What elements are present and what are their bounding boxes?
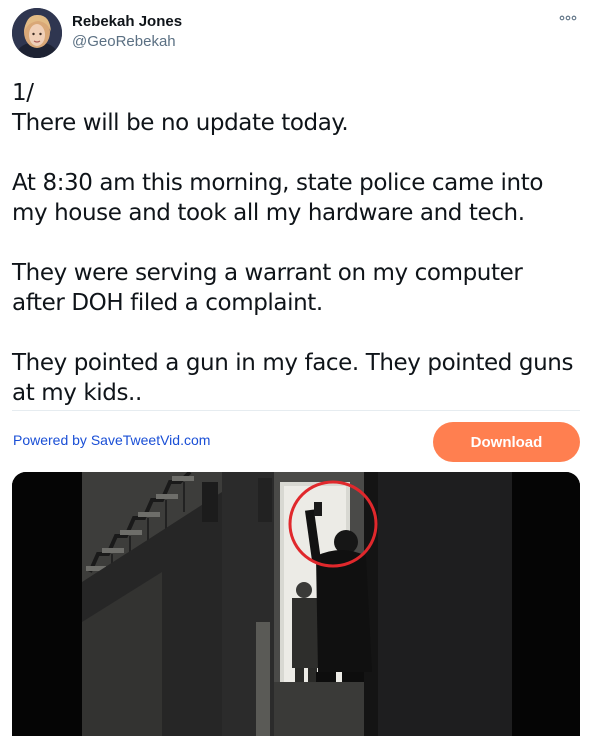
tweet-text: 1/ There will be no update today. At 8:3… bbox=[12, 78, 577, 408]
author-handle[interactable]: @GeoRebekah bbox=[72, 32, 176, 51]
video-still bbox=[12, 472, 580, 736]
powered-by-link[interactable]: Powered by SaveTweetVid.com bbox=[13, 431, 210, 449]
ellipsis-icon bbox=[559, 15, 577, 21]
divider bbox=[12, 410, 580, 411]
author-name[interactable]: Rebekah Jones bbox=[72, 12, 182, 31]
tweet-card: Rebekah Jones @GeoRebekah 1/ There will … bbox=[0, 0, 589, 736]
author-avatar[interactable] bbox=[12, 8, 62, 58]
avatar-photo-icon bbox=[12, 8, 62, 58]
tweet-paragraph: They pointed a gun in my face. They poin… bbox=[12, 350, 574, 406]
more-options-button[interactable] bbox=[555, 8, 581, 28]
tweet-video[interactable] bbox=[12, 472, 580, 736]
tweet-paragraph: At 8:30 am this morning, state police ca… bbox=[12, 170, 543, 226]
download-button[interactable]: Download bbox=[433, 422, 580, 462]
tweet-paragraph: 1/ There will be no update today. bbox=[12, 80, 349, 136]
tweet-paragraph: They were serving a warrant on my comput… bbox=[12, 260, 523, 316]
